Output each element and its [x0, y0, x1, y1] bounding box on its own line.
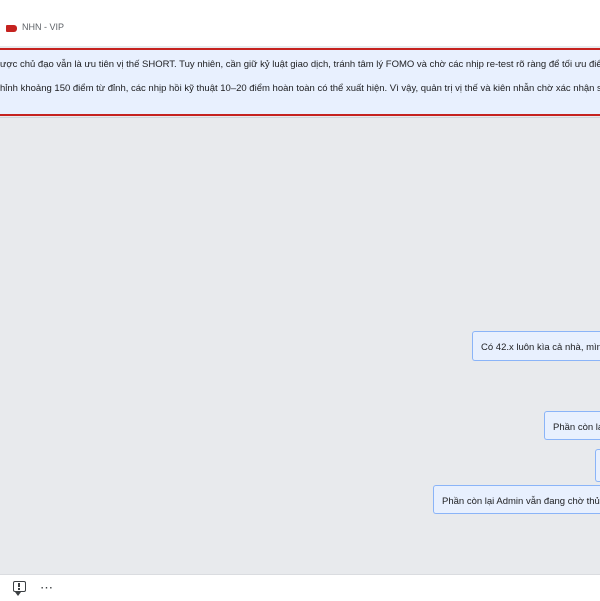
message-bubble[interactable]: Phần còn lại Admin vẫn đang chờ thủn	[433, 485, 600, 514]
divider	[0, 117, 600, 118]
message-text: Phần còn lại Admin vẫn đang chờ thủn	[442, 496, 600, 507]
message-bubble[interactable]	[595, 449, 600, 482]
bottom-toolbar: ⋯	[0, 574, 600, 601]
message-text: Có 42.x luôn kìa cả nhà, mình	[481, 342, 600, 353]
feedback-icon[interactable]	[13, 581, 26, 592]
more-icon[interactable]: ⋯	[40, 580, 54, 596]
label-tag-icon	[6, 25, 17, 32]
message-bubble[interactable]: Phần còn lạ	[544, 411, 600, 440]
banner-text-line-2: hỉnh khoảng 150 điểm từ đỉnh, các nhịp h…	[0, 83, 600, 94]
banner-text-line-1: ược chủ đạo vẫn là ưu tiên vị thế SHORT.…	[0, 59, 600, 70]
message-bubble[interactable]: Có 42.x luôn kìa cả nhà, mình	[472, 331, 600, 361]
message-text: Phần còn lạ	[553, 422, 600, 433]
top-bar: NHN - VIP	[0, 0, 600, 46]
feedback-icon-tail	[15, 592, 21, 596]
highlighted-message-banner: ược chủ đạo vẫn là ưu tiên vị thế SHORT.…	[0, 48, 600, 116]
channel-label[interactable]: NHN - VIP	[22, 22, 64, 32]
